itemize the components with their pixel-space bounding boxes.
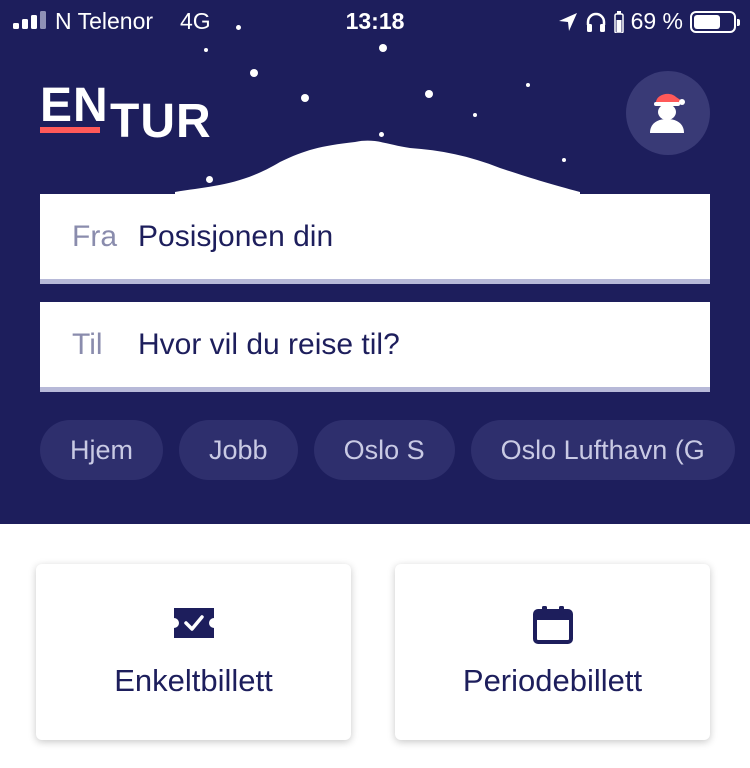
ticket-check-icon (173, 608, 214, 638)
snowflake (379, 44, 387, 52)
chip-oslo-lufthavn[interactable]: Oslo Lufthavn (G (470, 420, 735, 480)
snowflake (526, 83, 530, 87)
from-label: Fra (72, 220, 117, 253)
profile-button[interactable] (626, 71, 710, 155)
snowflake (250, 69, 258, 77)
battery-icon (690, 10, 740, 33)
shortcut-chips: Hjem Jobb Oslo S Oslo Lufthavn (G (40, 420, 750, 480)
logo-text-bottom: TUR (110, 95, 212, 148)
status-bar: N Telenor 4G 13:18 69 % (0, 0, 750, 42)
chip-hjem[interactable]: Hjem (40, 420, 164, 480)
snowflake (204, 48, 208, 52)
header-section: N Telenor 4G 13:18 69 % EN TUR Fra Posis… (0, 0, 750, 524)
single-ticket-card[interactable]: Enkeltbillett (36, 564, 351, 740)
snow-hill-decoration (175, 140, 580, 198)
from-field[interactable]: Fra Posisjonen din (40, 194, 710, 284)
calendar-icon (532, 606, 573, 644)
period-ticket-card[interactable]: Periodebillett (395, 564, 710, 740)
chip-jobb[interactable]: Jobb (179, 420, 298, 480)
logo-text-top: EN (40, 79, 109, 132)
snowflake (301, 94, 309, 102)
single-ticket-label: Enkeltbillett (114, 663, 273, 698)
logo-accent-bar (40, 127, 100, 133)
status-indicators: 69 % (558, 8, 740, 35)
period-ticket-label: Periodebillett (462, 663, 643, 698)
to-label: Til (72, 328, 103, 361)
to-field[interactable]: Til Hvor vil du reise til? (40, 302, 710, 392)
snowflake (473, 113, 477, 117)
from-value: Posisjonen din (138, 220, 334, 253)
snowflake (425, 90, 433, 98)
battery-status-icon (613, 10, 624, 33)
snowflake (236, 25, 241, 30)
headphones-icon (586, 12, 605, 32)
location-arrow-icon (558, 12, 577, 31)
battery-percent: 69 % (630, 8, 683, 34)
to-placeholder: Hvor vil du reise til? (138, 328, 400, 361)
santa-avatar-icon (650, 93, 685, 133)
battery-level (694, 14, 720, 29)
chip-oslo-s[interactable]: Oslo S (313, 420, 455, 480)
